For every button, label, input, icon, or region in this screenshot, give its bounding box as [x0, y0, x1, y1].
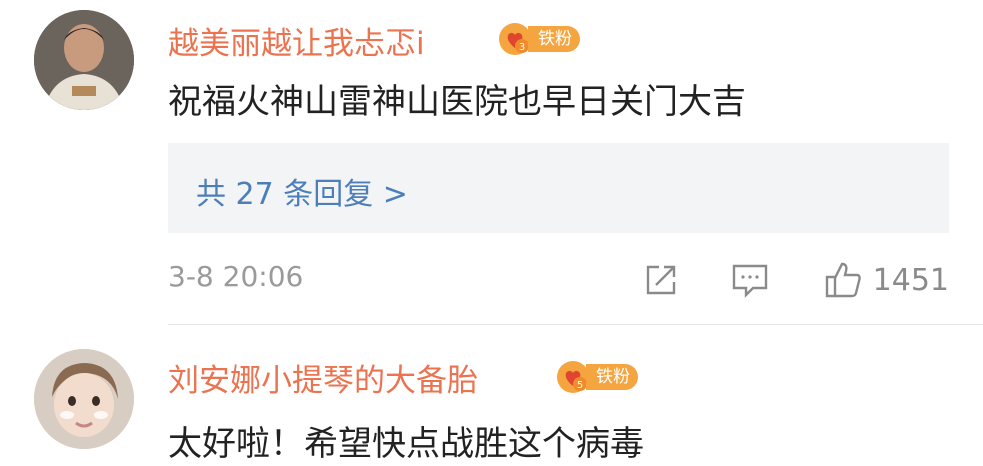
action-bar: 1451 — [643, 258, 949, 302]
share-button[interactable] — [643, 262, 679, 298]
badge-label: 铁粉 — [586, 364, 638, 390]
replies-box[interactable]: 共 27 条回复 > — [168, 143, 949, 233]
fan-badge-icon: 3 — [499, 23, 531, 55]
badge-label: 铁粉 — [528, 26, 580, 52]
fan-badge[interactable]: 5 铁粉 — [556, 360, 638, 394]
like-icon — [825, 262, 861, 298]
username[interactable]: 越美丽越让我忐忑i — [168, 18, 425, 63]
comment-text: 太好啦！希望快点战胜这个病毒 — [168, 424, 644, 464]
comment-text: 祝福火神山雷神山医院也早日关门大吉 — [168, 82, 746, 122]
avatar[interactable] — [34, 10, 134, 110]
comment-button[interactable] — [731, 262, 769, 298]
comment-icon — [732, 264, 767, 298]
badge-level: 5 — [577, 380, 583, 391]
like-button[interactable]: 1451 — [823, 260, 949, 300]
replies-link[interactable]: 共 27 条回复 > — [196, 169, 408, 213]
like-count: 1451 — [872, 262, 949, 298]
avatar[interactable] — [34, 349, 134, 449]
timestamp: 3-8 20:06 — [168, 260, 304, 293]
badge-level: 3 — [519, 42, 525, 53]
fan-badge-icon: 5 — [557, 361, 589, 393]
fan-badge[interactable]: 3 铁粉 — [498, 22, 580, 56]
username[interactable]: 刘安娜小提琴的大备胎 — [168, 355, 478, 400]
comment-item: 越美丽越让我忐忑i 3 铁粉 祝福火神山雷神山医院也早日关门大吉 共 27 条回… — [0, 0, 983, 325]
share-icon — [646, 265, 675, 295]
comment-item: 刘安娜小提琴的大备胎 5 铁粉 太好啦！希望快点战胜这个病毒 — [0, 325, 983, 466]
